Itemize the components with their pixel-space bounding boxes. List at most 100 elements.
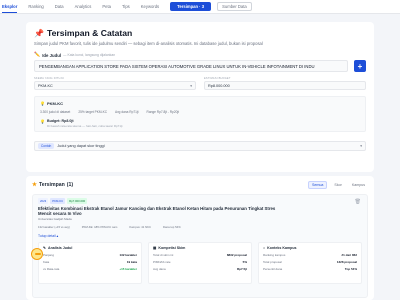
tab-tersimpan[interactable]: Tersimpan · 3 <box>170 2 212 11</box>
skema-info-title: PKM-KC <box>46 101 63 106</box>
tab-data[interactable]: Data <box>55 4 64 9</box>
stat-chip: 25% target PKM-KC <box>78 110 108 114</box>
chart-icon: ▦ <box>153 246 157 251</box>
metric-value: 19 kata <box>126 260 137 265</box>
saved-count: (1) <box>66 182 74 188</box>
chevron-down-icon: ▾ <box>360 144 362 148</box>
metric-value: 132 karakter <box>119 253 137 258</box>
budget-warning: 💡 Budget: Rp8.0jt Di bawah rata-rata ske… <box>40 119 360 128</box>
metric-label: vs Rata-rata <box>43 267 60 272</box>
tab-tips[interactable]: Tips <box>122 4 130 9</box>
skema-select[interactable]: PKM-KC ▾ <box>34 81 196 90</box>
idea-input[interactable]: PENGEMBANGAN APPLICATION STORE PADA SIST… <box>34 60 348 72</box>
tab-peta[interactable]: Peta <box>102 4 111 9</box>
item-meta: PKM-KE: 18% PKM-KC sam <box>81 225 118 230</box>
pencil-icon: ✎ <box>43 246 47 251</box>
item-university: Universitas Gadjah Mada <box>38 217 72 222</box>
metric-value: 5% <box>242 260 247 265</box>
add-idea-button[interactable]: + <box>354 60 366 72</box>
analysis-card-kompetisi: ▦ Kompetisi Skim Total di skim ini 8832 p… <box>148 242 252 285</box>
analysis-card-title: Kompetisi Skim <box>158 246 186 251</box>
chevron-down-icon: ▾ <box>190 83 192 88</box>
budget-warning-title: Budget: Rp8.0jt <box>46 119 74 123</box>
tag-budget: Rp7.000.000 <box>67 198 88 204</box>
building-icon: ⌂ <box>263 246 266 251</box>
analysis-card-header: ⌂ Konteks Kampus <box>263 246 357 250</box>
analysis-row: ✎ Analisis Judul Panjang 132 karakter Kat… <box>38 242 362 285</box>
filter-kampus[interactable]: Kampus <box>349 182 368 188</box>
metric-label: PIMNAS rate <box>153 260 171 265</box>
example-tag: Contoh <box>38 143 55 149</box>
saved-filters: Semua Skor Kampus <box>308 181 368 189</box>
budget-label: ESTIMASI BUDGET <box>204 77 231 80</box>
page-title: Tersimpan & Catatan <box>46 28 133 38</box>
stat-chip: Avg dana Rp71jt <box>115 110 139 114</box>
tab-ranking[interactable]: Ranking <box>28 4 43 9</box>
example-dropdown[interactable]: Contoh Judul yang dapat skor tinggi ▾ <box>34 141 366 151</box>
saved-list-card: ★ Tersimpan (1) Semua Skor Kampus 🗑 2023… <box>26 176 374 300</box>
pin-icon: 📌 <box>34 28 44 38</box>
pencil-icon: ✏️ <box>34 52 41 58</box>
example-text: Judul yang dapat skor tinggi <box>57 144 105 148</box>
tag-skema: PKM-KC <box>50 198 66 204</box>
item-meta-row: 132 karakter (+15 vs avg) PKM-KE: 18% PK… <box>38 225 362 229</box>
star-icon: ★ <box>32 182 37 188</box>
item-meta: Dana top 54% <box>163 225 181 230</box>
tag-year: 2023 <box>38 198 49 204</box>
page-subtitle: Simpan judul PKM favorit, tulis ide judu… <box>34 41 263 46</box>
metric-value: 8832 proposal <box>226 253 247 258</box>
tab-sumber-data[interactable]: Sumber Data <box>217 2 252 11</box>
metric-label: Total proposal <box>263 260 282 265</box>
tab-eksplor[interactable]: Eksplor <box>2 4 18 13</box>
metric-label: Panjang <box>43 253 55 258</box>
filter-semua[interactable]: Semua <box>308 181 328 189</box>
item-meta: Kampus: 41 NKC <box>129 225 151 230</box>
budget-field: ESTIMASI BUDGET Rp8.000.000 <box>204 77 366 90</box>
metric-value: +15 karakter <box>119 267 137 272</box>
budget-input[interactable]: Rp8.000.000 <box>204 81 366 90</box>
metric-value: Top 54% <box>344 267 357 272</box>
metric-label: Ranking kampus <box>263 253 286 258</box>
warning-icon: 💡 <box>40 119 45 124</box>
analysis-card-header: ▦ Kompetisi Skim <box>153 246 247 250</box>
analysis-card-title: Konteks Kampus <box>267 246 297 251</box>
bulb-icon: 💡 <box>40 101 45 106</box>
saved-header: ★ Tersimpan (1) Semua Skor Kampus <box>32 181 368 189</box>
saved-notes-card: 📌 Tersimpan & Catatan Simpan judul PKM f… <box>26 22 374 172</box>
skema-value: PKM-KC <box>38 83 53 88</box>
idea-hint: — Kata kunci, langsung dijalankan <box>63 53 116 57</box>
idea-label: Ide Judul <box>42 52 62 58</box>
metric-value: #1 dari 862 <box>341 253 357 258</box>
tab-analytics[interactable]: Analytics <box>75 4 92 9</box>
analysis-card-kampus: ⌂ Konteks Kampus Ranking kampus #1 dari 8… <box>258 242 362 285</box>
metric-value: Rp7.5jt <box>236 267 247 272</box>
saved-title: ★ Tersimpan (1) <box>32 182 73 188</box>
skema-stats: 3.300 judul di dataset 25% target PKM-KC… <box>40 110 360 114</box>
budget-warning-text: Di bawah rata-rata skema — hati-hati, co… <box>46 124 123 128</box>
page-title-row: 📌 Tersimpan & Catatan <box>34 28 366 38</box>
skema-label: SKEMA YANG DITUJU <box>34 77 65 80</box>
stat-chip: 3.300 judul di dataset <box>40 110 71 114</box>
collapse-details-link[interactable]: Tutup detail ▴ <box>38 234 362 238</box>
metric-value: 1328 proposal <box>336 260 357 265</box>
analysis-card-title: Analisis Judul <box>48 246 73 251</box>
skema-info-header: 💡 PKM-KC <box>40 101 360 106</box>
idea-label-row: ✏️ Ide Judul — Kata kunci, langsung dija… <box>34 52 366 58</box>
item-tags: 2023 PKM-KC Rp7.000.000 <box>38 198 362 204</box>
skema-budget-row: SKEMA YANG DITUJU PKM-KC ▾ ESTIMASI BUDG… <box>34 77 366 90</box>
trash-icon[interactable]: 🗑 <box>355 199 361 205</box>
skema-info-box: 💡 PKM-KC 3.300 judul di dataset 25% targ… <box>34 96 366 132</box>
item-title: Efektivitas Kombinasi Ekstrak Etanol Jam… <box>38 206 276 217</box>
item-meta: 132 karakter (+15 vs avg) <box>38 225 70 230</box>
tab-keywords[interactable]: Keywords <box>141 4 159 9</box>
analysis-card-header: ✎ Analisis Judul <box>43 246 137 250</box>
analysis-card-judul: ✎ Analisis Judul Panjang 132 karakter Kat… <box>38 242 142 285</box>
top-navigation: Eksplor Ranking Data Analytics Peta Tips… <box>0 0 400 14</box>
mascot-avatar <box>31 248 43 260</box>
metric-label: Avg dana <box>153 267 166 272</box>
metric-label: Total di skim ini <box>153 253 174 258</box>
saved-item[interactable]: 🗑 2023 PKM-KC Rp7.000.000 Efektivitas Ko… <box>32 194 368 298</box>
metric-label: Persentil dana <box>263 267 283 272</box>
stat-chip: Range Rp7.8jt - Rp20jt <box>146 110 179 114</box>
filter-skor[interactable]: Skor <box>331 182 344 188</box>
